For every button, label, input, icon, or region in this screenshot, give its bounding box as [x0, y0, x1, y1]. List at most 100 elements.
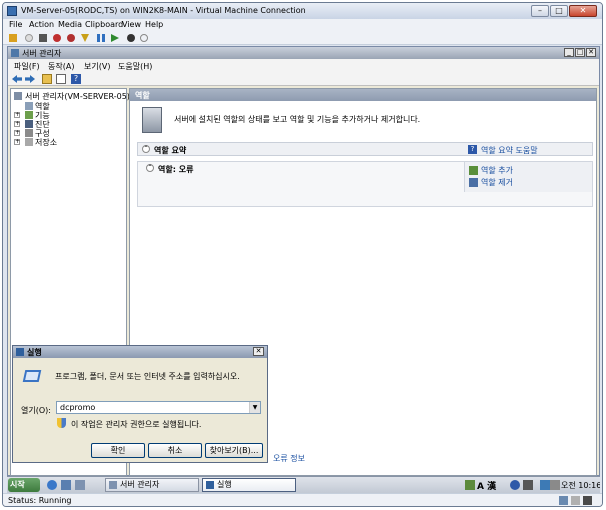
- expand-icon[interactable]: +: [14, 121, 20, 127]
- mouse-icon: [571, 496, 580, 505]
- ime-help-icon[interactable]: [510, 480, 520, 490]
- server-manager-title: 서버 관리자: [22, 49, 62, 58]
- sm-menu-view[interactable]: 보기(V): [84, 61, 110, 72]
- task-server-manager[interactable]: 서버 관리자: [105, 478, 199, 492]
- collapse-icon[interactable]: ⌃: [146, 164, 154, 172]
- menu-file[interactable]: File: [9, 20, 22, 29]
- browse-button[interactable]: 찾아보기(B)...: [205, 443, 263, 458]
- lock-icon: [583, 496, 592, 505]
- admin-note: 이 작업은 관리자 권한으로 실행됩니다.: [71, 420, 202, 429]
- keyboard-icon: [559, 496, 568, 505]
- run-close-button[interactable]: ✕: [253, 347, 264, 356]
- collapse-icon[interactable]: ⌃: [142, 145, 150, 153]
- run-description: 프로그램, 폴더, 문서 또는 인터넷 주소를 입력하십시오.: [55, 372, 240, 381]
- ime-indicator[interactable]: A 漢: [477, 479, 496, 492]
- close-button[interactable]: ✕: [569, 5, 597, 17]
- open-dropdown-button[interactable]: ▼: [249, 402, 260, 413]
- sm-close-button[interactable]: ✕: [586, 48, 596, 57]
- clock[interactable]: 오전 10:16: [561, 480, 600, 491]
- vm-title-bar[interactable]: VM-Server-05(RODC,TS) on WIN2K8-MAIN - V…: [3, 3, 602, 19]
- ok-button[interactable]: 확인: [91, 443, 145, 458]
- help-icon[interactable]: ?: [71, 74, 81, 84]
- menu-media[interactable]: Media: [58, 20, 82, 29]
- show-desktop-icon[interactable]: [61, 480, 71, 490]
- vm-app-icon: [7, 6, 17, 16]
- task-label: 실행: [217, 480, 232, 489]
- open-input[interactable]: dcpromo: [56, 401, 261, 414]
- expand-icon[interactable]: +: [14, 130, 20, 136]
- snapshot-icon[interactable]: [127, 34, 135, 42]
- ie-icon[interactable]: [47, 480, 57, 490]
- help-book-icon: ?: [468, 145, 477, 154]
- sm-menu-help[interactable]: 도움말(H): [118, 61, 152, 72]
- roles-summary-title: 역할 요약: [154, 146, 187, 155]
- forward-arrow-icon[interactable]: [25, 75, 35, 83]
- run-task-icon: [206, 481, 214, 489]
- run-dialog-title-bar[interactable]: 실행 ✕: [13, 346, 267, 358]
- expand-icon[interactable]: +: [14, 139, 20, 145]
- diagnostics-icon: [25, 120, 33, 128]
- server-manager-task-icon: [109, 481, 117, 489]
- server-manager-icon: [11, 49, 19, 57]
- open-label: 열기(O):: [21, 406, 51, 415]
- vm-menu-bar: File Action Media Clipboard View Help: [3, 19, 602, 31]
- remove-roles-link[interactable]: 역할 제거: [481, 177, 513, 188]
- content-header: 역할: [130, 89, 596, 101]
- menu-action[interactable]: Action: [29, 20, 54, 29]
- storage-icon: [25, 138, 33, 146]
- remove-roles-icon: [469, 178, 478, 187]
- add-roles-link[interactable]: 역할 추가: [481, 165, 513, 176]
- roles-summary-help-link[interactable]: 역할 요약 도움말: [481, 145, 538, 156]
- roles-error-title: 역할: 오류: [158, 165, 194, 174]
- configuration-icon: [25, 129, 33, 137]
- server-manager-title-bar[interactable]: 서버 관리자 _ □ ✕: [8, 47, 599, 59]
- menu-help[interactable]: Help: [145, 20, 163, 29]
- run-icon: [16, 348, 24, 356]
- turn-off-icon[interactable]: [39, 34, 47, 42]
- cancel-button[interactable]: 취소: [148, 443, 202, 458]
- sm-menu-file[interactable]: 파일(F): [14, 61, 40, 72]
- resume-icon[interactable]: [111, 34, 119, 42]
- maximize-button[interactable]: □: [550, 5, 568, 17]
- start-label: 시작: [10, 480, 25, 489]
- roles-banner-text: 서버에 설치된 역할의 상태를 보고 역할 및 기능을 추가하거나 제거합니다.: [174, 115, 421, 124]
- roles-summary-section[interactable]: ⌃ 역할 요약 ? 역할 요약 도움말: [137, 142, 593, 156]
- reset-icon[interactable]: [81, 34, 89, 42]
- ime-options-icon[interactable]: [523, 480, 533, 490]
- up-folder-icon[interactable]: [42, 74, 52, 84]
- back-arrow-icon[interactable]: [12, 75, 22, 83]
- vm-status-bar: Status: Running: [3, 493, 602, 506]
- tree-root[interactable]: 서버 관리자(VM-SERVER-05): [11, 91, 130, 101]
- save-state-icon[interactable]: [67, 34, 75, 42]
- task-label: 서버 관리자: [120, 480, 160, 489]
- show-hide-tree-icon[interactable]: [56, 74, 66, 84]
- sm-minimize-button[interactable]: _: [564, 48, 574, 57]
- sm-menu-action[interactable]: 동작(A): [48, 61, 74, 72]
- language-bar-icon[interactable]: [465, 480, 475, 490]
- uac-shield-icon: [57, 418, 66, 428]
- ctrl-alt-del-icon[interactable]: [9, 34, 17, 42]
- start-button[interactable]: 시작: [8, 478, 40, 492]
- server-icon: [14, 92, 22, 100]
- vm-toolbar: [3, 31, 602, 45]
- menu-view[interactable]: View: [122, 20, 141, 29]
- open-input-value: dcpromo: [60, 403, 96, 412]
- content-header-title: 역할: [135, 91, 150, 100]
- run-program-icon: [22, 370, 42, 382]
- roles-actions-panel: 역할 추가 역할 제거: [464, 162, 592, 192]
- minimize-button[interactable]: –: [531, 5, 549, 17]
- volume-icon[interactable]: [550, 480, 560, 490]
- tree-item-label: 저장소: [35, 138, 58, 147]
- task-run[interactable]: 실행: [202, 478, 296, 492]
- revert-icon[interactable]: [140, 34, 148, 42]
- network-icon[interactable]: [540, 480, 550, 490]
- shutdown-icon[interactable]: [53, 34, 61, 42]
- expand-icon[interactable]: +: [14, 112, 20, 118]
- error-details-link[interactable]: 오류 정보: [273, 453, 305, 464]
- run-dialog: 실행 ✕ 프로그램, 폴더, 문서 또는 인터넷 주소를 입력하십시오. 열기(…: [12, 345, 268, 463]
- server-manager-quicklaunch-icon[interactable]: [75, 480, 85, 490]
- sm-maximize-button[interactable]: □: [575, 48, 585, 57]
- menu-clipboard[interactable]: Clipboard: [85, 20, 123, 29]
- start-icon[interactable]: [25, 34, 33, 42]
- pause-icon[interactable]: [97, 34, 105, 42]
